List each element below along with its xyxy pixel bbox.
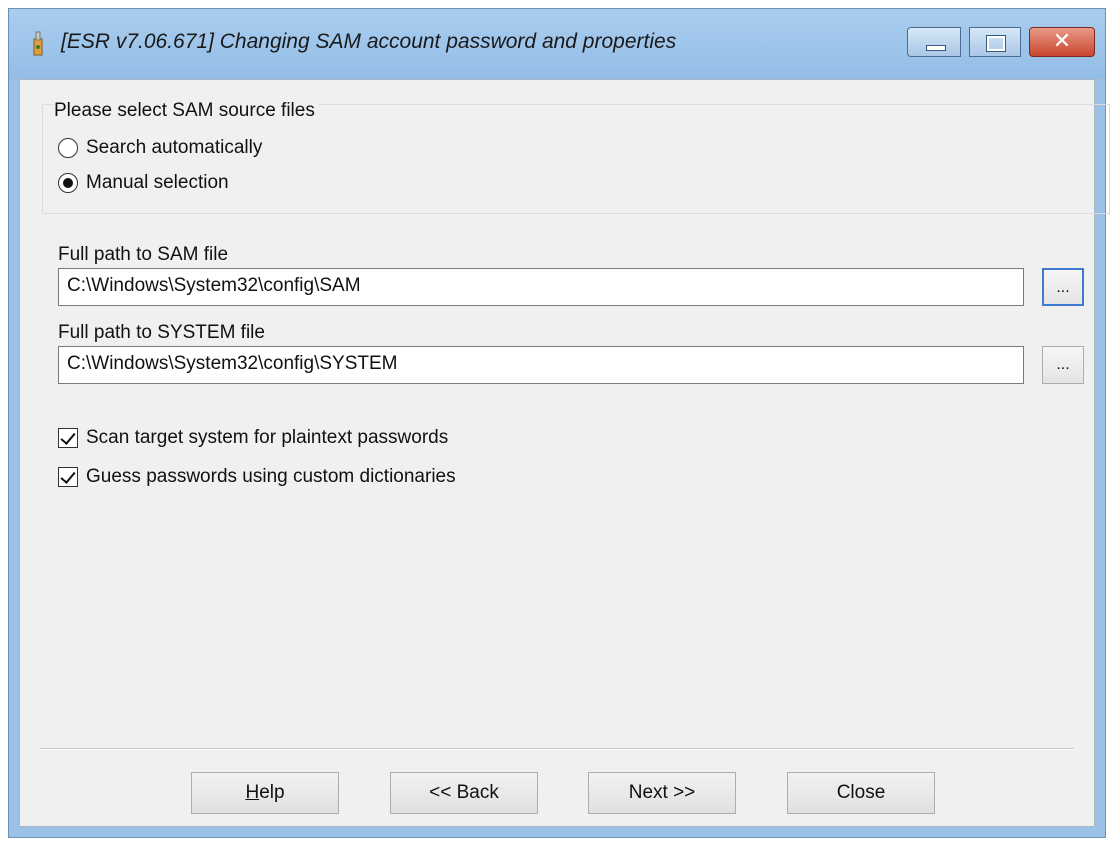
sam-source-group-label: Please select SAM source files [54,100,319,122]
window-title: [ESR v7.06.671] Changing SAM account pas… [61,30,677,53]
sam-browse-button[interactable]: ... [1042,268,1084,306]
help-label-rest: elp [259,782,285,803]
radio-button[interactable] [58,138,78,158]
minimize-button[interactable] [907,27,961,57]
back-button[interactable]: << Back [390,772,538,814]
checkbox-guess-dictionaries[interactable]: Guess passwords using custom dictionarie… [58,466,456,488]
radio-button[interactable] [58,173,78,193]
radio-manual-selection[interactable]: Manual selection [58,172,229,194]
help-mnemonic: H [245,782,260,803]
checkbox-label: Guess passwords using custom dictionarie… [86,466,456,487]
help-button[interactable]: Help [191,772,339,814]
radio-label: Search automatically [86,137,263,158]
sam-path-input[interactable]: C:\Windows\System32\config\SAM [58,268,1024,306]
radio-search-automatically[interactable]: Search automatically [58,137,262,159]
system-path-input[interactable]: C:\Windows\System32\config\SYSTEM [58,346,1024,384]
maximize-button[interactable] [969,27,1021,57]
dialog-client-area: Please select SAM source files Search au… [19,79,1110,827]
maximize-icon [986,35,1006,52]
close-icon: ✕ [1052,29,1072,54]
checkmark-icon [60,429,76,445]
close-button[interactable]: Close [787,772,935,814]
checkbox[interactable] [58,467,78,487]
radio-label: Manual selection [86,172,229,193]
dialog-window: [ESR v7.06.671] Changing SAM account pas… [8,8,1110,838]
footer-separator [40,748,1074,750]
checkbox[interactable] [58,428,78,448]
system-path-label: Full path to SYSTEM file [58,322,265,343]
checkbox-label: Scan target system for plaintext passwor… [86,427,449,448]
close-window-button[interactable]: ✕ [1029,27,1095,57]
title-bar[interactable]: [ESR v7.06.671] Changing SAM account pas… [9,9,1105,79]
app-icon [33,31,43,56]
minimize-icon [926,45,946,51]
checkmark-icon [60,468,76,484]
system-browse-button[interactable]: ... [1042,346,1084,384]
checkbox-scan-plaintext[interactable]: Scan target system for plaintext passwor… [58,427,448,449]
next-button[interactable]: Next >> [588,772,736,814]
sam-path-label: Full path to SAM file [58,244,229,265]
